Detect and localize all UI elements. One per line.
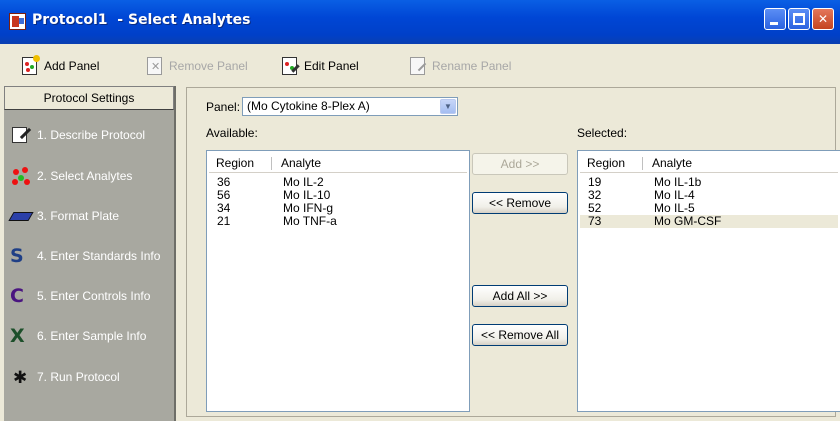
list-item[interactable]: 19 Mo IL-1b	[580, 176, 838, 189]
sidebar-item-label: 3. Format Plate	[37, 209, 120, 223]
sidebar-item-label: 2. Select Analytes	[37, 169, 133, 183]
minimize-icon	[770, 22, 778, 25]
rename-panel-icon	[408, 56, 428, 76]
region-cell: 21	[217, 214, 231, 228]
maximize-button[interactable]	[788, 8, 810, 30]
panel-dropdown[interactable]: (Mo Cytokine 8-Plex A) ▼	[242, 97, 458, 116]
sidebar-item-enter-controls-info[interactable]: C 5. Enter Controls Info	[10, 283, 150, 309]
close-icon: ✕	[817, 12, 829, 26]
sidebar-item-label: 5. Enter Controls Info	[37, 289, 151, 303]
sidebar-item-label: 4. Enter Standards Info	[37, 249, 161, 263]
select-analytes-main: Panel: (Mo Cytokine 8-Plex A) ▼ Availabl…	[181, 86, 840, 421]
window-title: Protocol1 - Select Analytes	[32, 12, 251, 28]
app-icon[interactable]	[9, 13, 26, 30]
plate-icon	[8, 205, 34, 227]
edit-panel-button[interactable]: Edit Panel	[280, 52, 359, 80]
selected-label: Selected:	[577, 126, 628, 140]
list-item[interactable]: 32 Mo IL-4	[580, 189, 838, 202]
analyte-cell: Mo TNF-a	[283, 214, 337, 228]
add-all-button[interactable]: Add All >>	[472, 285, 568, 307]
analyte-cell: Mo GM-CSF	[654, 214, 722, 228]
column-header-analyte[interactable]: Analyte	[652, 156, 692, 170]
minimize-button[interactable]	[764, 8, 786, 30]
add-panel-label: Add Panel	[44, 59, 100, 73]
add-panel-button[interactable]: Add Panel	[20, 52, 99, 80]
sidebar-item-enter-sample-info[interactable]: X 6. Enter Sample Info	[10, 323, 146, 349]
column-header-region[interactable]: Region	[587, 156, 625, 170]
controls-tube-icon: C	[10, 285, 24, 307]
runner-icon: ✱	[13, 368, 28, 387]
edit-panel-label: Edit Panel	[304, 59, 359, 73]
remove-button[interactable]: << Remove	[472, 192, 568, 214]
list-header: Region Analyte	[580, 153, 838, 173]
column-header-analyte[interactable]: Analyte	[281, 156, 321, 170]
rename-panel-label: Rename Panel	[432, 59, 512, 73]
remove-panel-label: Remove Panel	[169, 59, 248, 73]
column-header-region[interactable]: Region	[216, 156, 254, 170]
region-cell: 73	[588, 214, 602, 228]
toolbar: Add Panel ✕ Remove Panel Edit Panel Rena…	[0, 44, 840, 86]
sidebar-item-label: 1. Describe Protocol	[37, 128, 146, 142]
edit-panel-icon	[280, 56, 300, 76]
available-label: Available:	[206, 126, 258, 140]
sample-tube-icon: X	[10, 325, 25, 347]
panel-label: Panel:	[206, 100, 241, 114]
remove-panel-icon: ✕	[145, 56, 165, 76]
sidebar-item-run-protocol[interactable]: ✱ 7. Run Protocol	[10, 364, 120, 390]
list-item[interactable]: 34 Mo IFN-g	[209, 202, 467, 215]
sidebar-item-describe-protocol[interactable]: 1. Describe Protocol	[10, 122, 145, 148]
protocol-settings-panel: Protocol Settings 1. Describe Protocol 2…	[4, 86, 176, 421]
analyte-beads-icon	[10, 165, 32, 187]
remove-all-button[interactable]: << Remove All	[472, 324, 568, 346]
available-analytes-list[interactable]: Region Analyte 36 Mo IL-2 56 Mo IL-10 34 Mo…	[206, 150, 470, 412]
sidebar-item-select-analytes[interactable]: 2. Select Analytes	[10, 163, 132, 189]
list-item[interactable]: 73 Mo GM-CSF	[580, 215, 838, 228]
protocol-settings-header: Protocol Settings	[4, 86, 174, 110]
list-item[interactable]: 56 Mo IL-10	[209, 189, 467, 202]
chevron-down-icon[interactable]: ▼	[440, 99, 456, 114]
analyte-frame: Panel: (Mo Cytokine 8-Plex A) ▼ Availabl…	[186, 87, 840, 417]
panel-selected-value: (Mo Cytokine 8-Plex A)	[247, 99, 370, 113]
maximize-icon	[793, 13, 805, 25]
list-item[interactable]: 36 Mo IL-2	[209, 176, 467, 189]
standards-tube-icon: S	[10, 245, 24, 267]
sidebar-item-label: 6. Enter Sample Info	[37, 329, 147, 343]
add-panel-icon	[20, 55, 40, 76]
selected-analytes-list[interactable]: Region Analyte 19 Mo IL-1b 32 Mo IL-4 52 Mo…	[577, 150, 840, 412]
list-item[interactable]: 21 Mo TNF-a	[209, 215, 467, 228]
rename-panel-button[interactable]: Rename Panel	[408, 52, 511, 80]
notepad-pen-icon	[10, 124, 32, 146]
close-button[interactable]: ✕	[812, 8, 834, 30]
list-header: Region Analyte	[209, 153, 467, 173]
sidebar-item-label: 7. Run Protocol	[37, 370, 120, 384]
sidebar-item-enter-standards-info[interactable]: S 4. Enter Standards Info	[10, 243, 160, 269]
sidebar-item-format-plate[interactable]: 3. Format Plate	[8, 203, 120, 229]
add-button[interactable]: Add >>	[472, 153, 568, 175]
title-bar[interactable]: Protocol1 - Select Analytes ✕	[0, 0, 840, 44]
remove-panel-button[interactable]: ✕ Remove Panel	[145, 52, 248, 80]
